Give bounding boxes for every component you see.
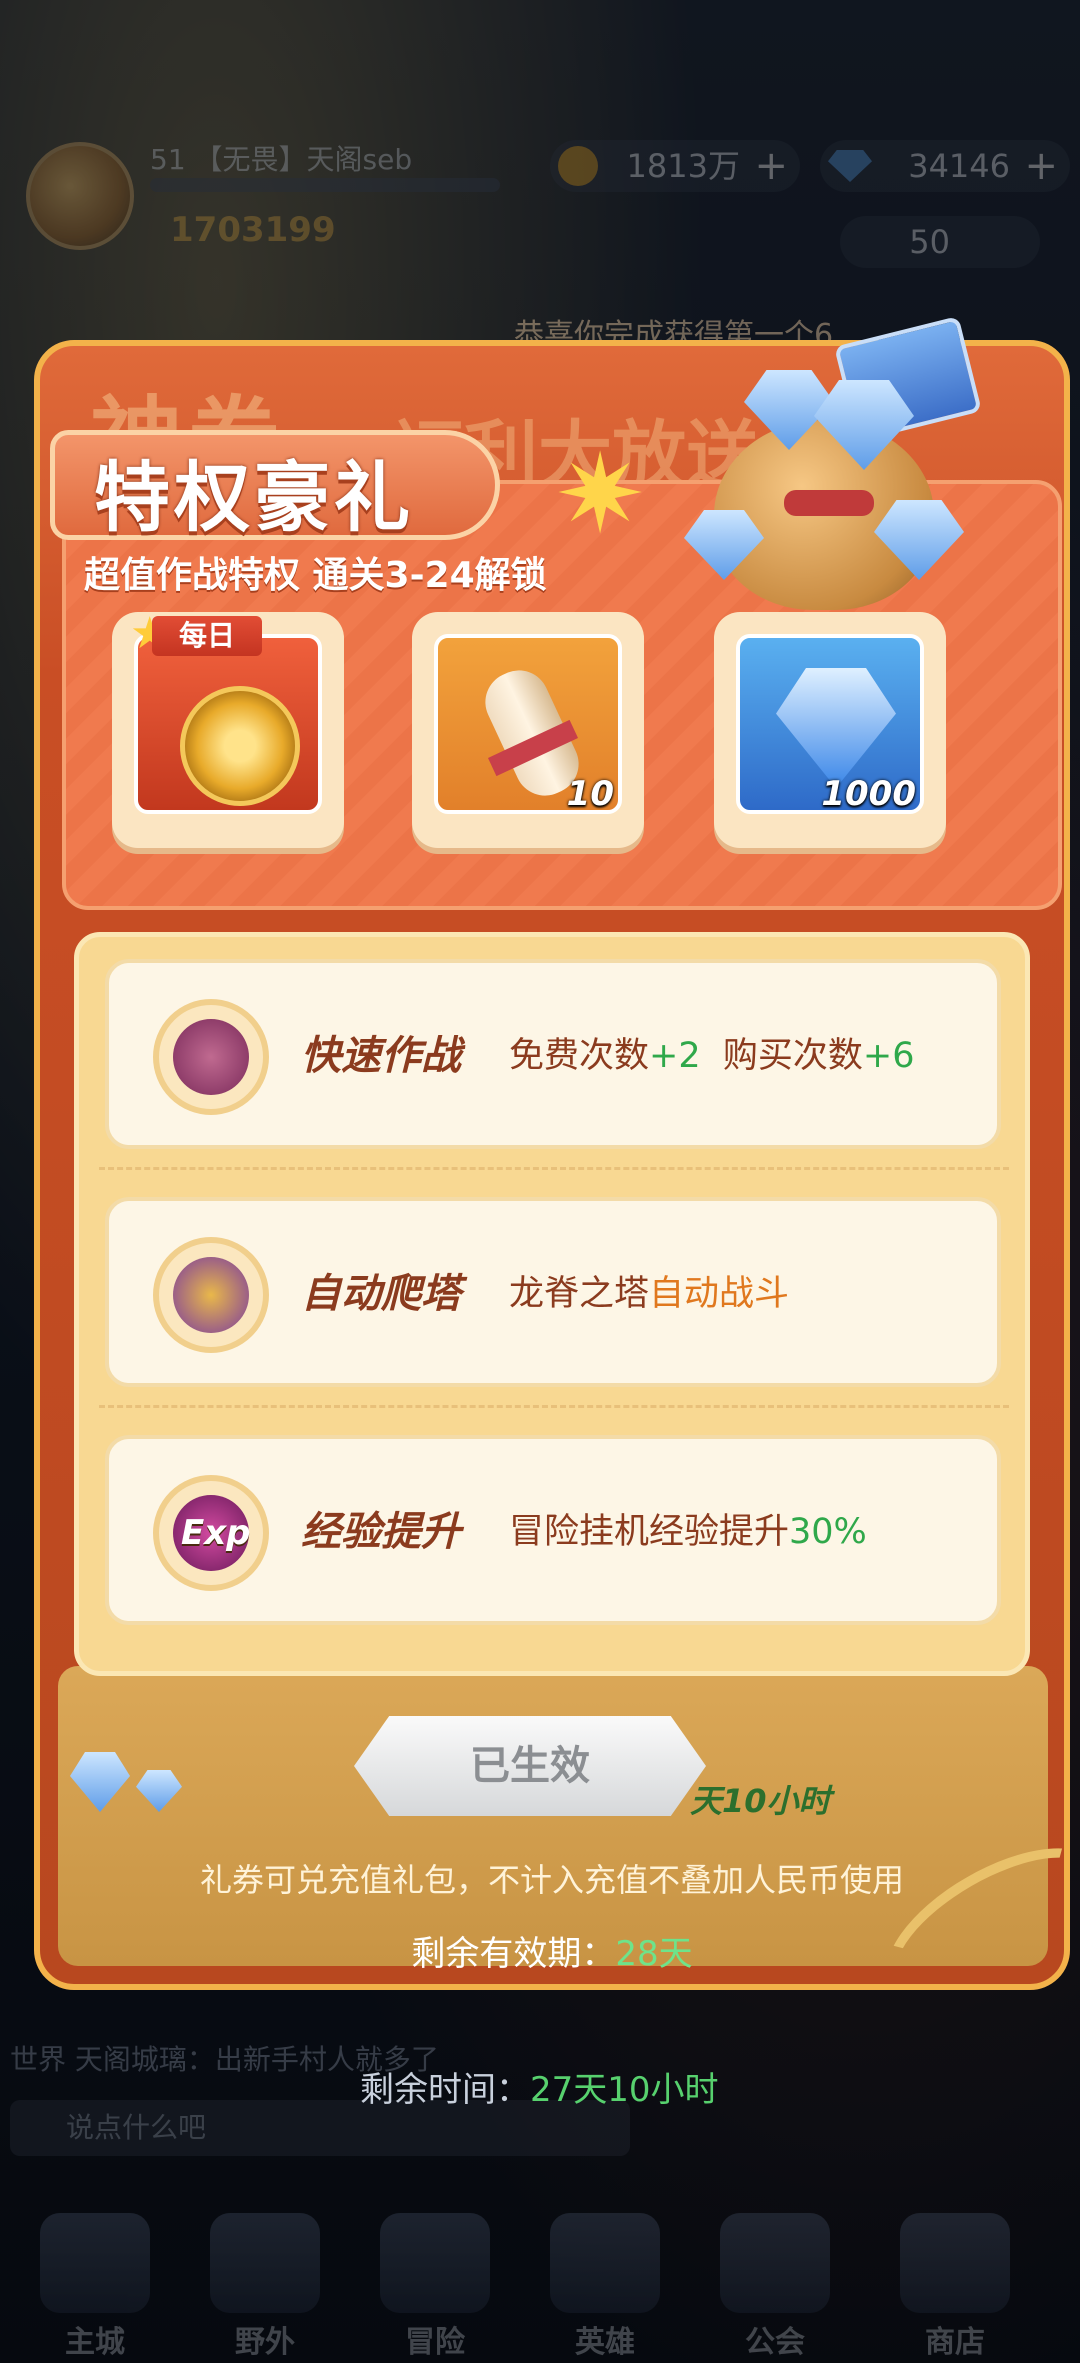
privilege-title: 快速作战 — [301, 1033, 461, 1079]
exp-icon: Exp — [153, 1475, 269, 1591]
reward-item-quick-battle[interactable]: ★ 每日 — [112, 608, 344, 848]
voucher-note: 礼券可兑充值礼包，不计入充值不叠加人民币使用 — [199, 1861, 904, 1899]
sparkle-icon: ✷ — [554, 430, 647, 558]
remaining-time-behind: 天10小时 — [690, 1782, 831, 1820]
validity-period: 剩余有效期：28天 — [411, 1934, 693, 1974]
diamond-icon — [776, 668, 896, 788]
tower-icon — [153, 1237, 269, 1353]
privilege-desc: 龙脊之塔自动战斗 — [509, 1274, 790, 1314]
privilege-auto-tower: 自动爬塔 龙脊之塔自动战斗 — [105, 1197, 1001, 1387]
modal-footer-panel — [58, 1666, 1048, 1966]
quick-battle-icon — [153, 999, 269, 1115]
gem-bag-icon — [674, 315, 994, 630]
modal-title: 特权豪礼 — [94, 453, 414, 542]
privilege-modal: 恭喜你完成获得第一个6 神券 福利大放送 特权豪礼 ✷ 超值作战特权 通关3-2… — [34, 310, 1080, 2033]
crystal-decoration-icon — [70, 1742, 190, 1822]
privilege-exp-boost: Exp 经验提升 冒险挂机经验提升30% — [105, 1435, 1001, 1625]
privilege-desc: 冒险挂机经验提升30% — [509, 1512, 867, 1552]
reward-quantity: 10 — [566, 774, 614, 814]
reward-quantity: 1000 — [821, 774, 916, 814]
privilege-list: 快速作战 免费次数+2 购买次数+6 自动爬塔 龙脊之塔自动战斗 Exp 经验提… — [74, 932, 1030, 1676]
quick-battle-compass-icon — [180, 686, 300, 806]
divider — [99, 1167, 1009, 1170]
reward-item-scroll[interactable]: 10 — [412, 612, 644, 848]
modal-subtitle: 超值作战特权 通关3-24解锁 — [84, 555, 547, 596]
privilege-title: 经验提升 — [301, 1509, 461, 1555]
divider — [99, 1405, 1009, 1408]
daily-tag: 每日 — [152, 616, 262, 656]
reward-item-diamond[interactable]: 1000 — [714, 612, 946, 848]
privilege-title: 自动爬塔 — [301, 1271, 461, 1317]
remaining-time: 剩余时间：27天10小时 — [360, 2070, 719, 2110]
status-button[interactable]: 已生效 — [354, 1716, 706, 1816]
privilege-quick-battle: 快速作战 免费次数+2 购买次数+6 — [105, 959, 1001, 1149]
privilege-desc: 免费次数+2 购买次数+6 — [509, 1036, 915, 1076]
